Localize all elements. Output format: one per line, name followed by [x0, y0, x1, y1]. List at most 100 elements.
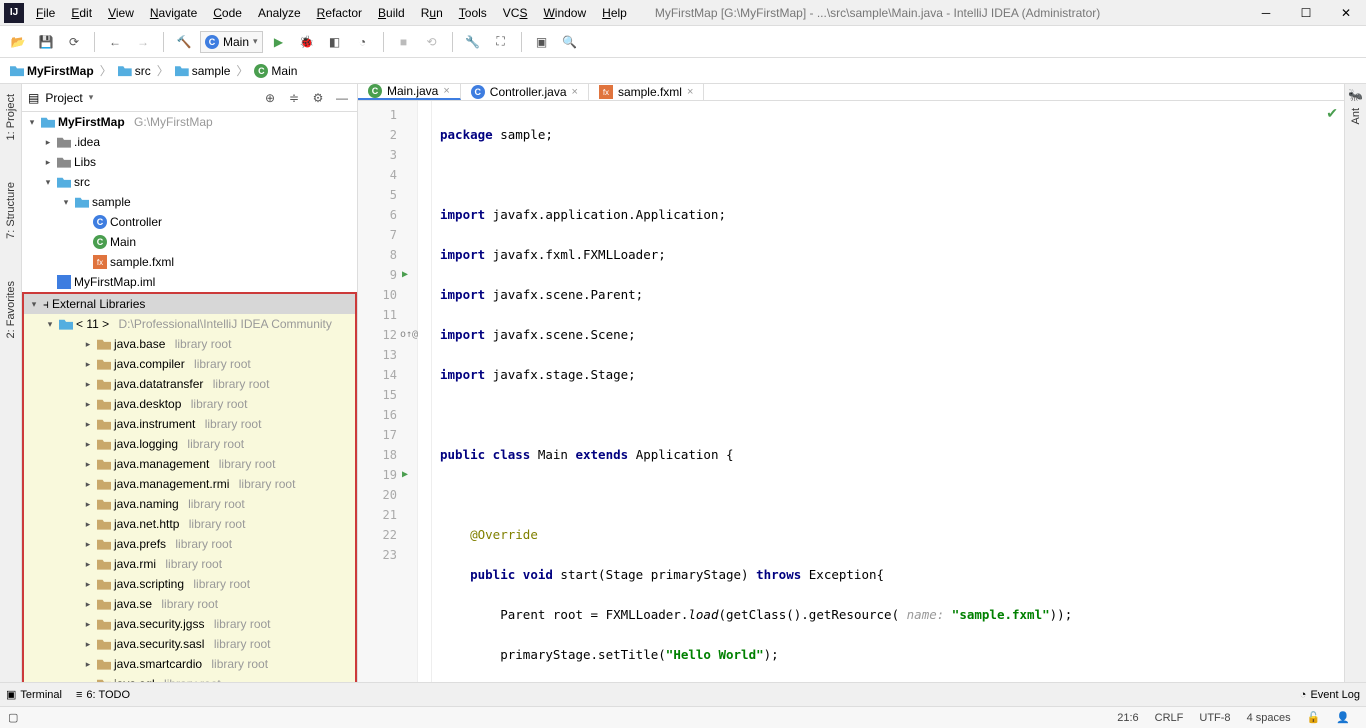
inspection-ok-icon[interactable]: ✔ — [1326, 105, 1338, 122]
tree-root[interactable]: ▾MyFirstMap G:\MyFirstMap — [22, 112, 357, 132]
menu-build[interactable]: Build — [370, 2, 413, 24]
tree-jdk[interactable]: ▾< 11 > D:\Professional\IntelliJ IDEA Co… — [24, 314, 355, 334]
stop-icon[interactable]: ■ — [392, 30, 416, 54]
tool-todo[interactable]: ≡ 6: TODO — [76, 689, 130, 701]
menu-view[interactable]: View — [100, 2, 142, 24]
back-icon[interactable]: ← — [103, 30, 127, 54]
menu-file[interactable]: FFileile — [28, 2, 63, 24]
tree-module[interactable]: ▸java.compiler library root — [24, 354, 355, 374]
tab-main[interactable]: CMain.java× — [358, 84, 461, 100]
tree-idea[interactable]: ▸.idea — [22, 132, 357, 152]
tree-module[interactable]: ▸java.prefs library root — [24, 534, 355, 554]
update-icon[interactable]: ⟲ — [420, 30, 444, 54]
run-gutter-icon[interactable]: ▶ — [402, 465, 408, 485]
tree-module[interactable]: ▸java.naming library root — [24, 494, 355, 514]
tool-favorites[interactable]: 2: Favorites — [5, 275, 17, 344]
tree-src[interactable]: ▾src — [22, 172, 357, 192]
tab-fxml[interactable]: fxsample.fxml× — [589, 84, 704, 100]
menu-code[interactable]: Code — [205, 2, 250, 24]
status-encoding[interactable]: UTF-8 — [1191, 712, 1238, 724]
tree-module[interactable]: ▸java.datatransfer library root — [24, 374, 355, 394]
refresh-icon[interactable]: ⟳ — [62, 30, 86, 54]
run-gutter-icon[interactable]: ▶ — [402, 265, 408, 285]
status-indent[interactable]: 4 spaces — [1239, 712, 1299, 724]
menu-help[interactable]: Help — [594, 2, 635, 24]
close-icon[interactable]: × — [443, 85, 449, 97]
menu-window[interactable]: Window — [535, 2, 594, 24]
bc-main[interactable]: CMain — [250, 64, 301, 78]
ant-icon[interactable]: 🐜 — [1348, 88, 1363, 102]
tree-external-libraries[interactable]: ▾⫞External Libraries — [24, 294, 355, 314]
coverage-icon[interactable]: ◧ — [323, 30, 347, 54]
tree-module[interactable]: ▸java.desktop library root — [24, 394, 355, 414]
menu-navigate[interactable]: Navigate — [142, 2, 205, 24]
tree-module[interactable]: ▸java.sql library root — [24, 674, 355, 682]
tree-module[interactable]: ▸java.security.jgss library root — [24, 614, 355, 634]
menu-refactor[interactable]: Refactor — [309, 2, 370, 24]
close-icon[interactable]: × — [572, 86, 578, 98]
status-toolwin-icon[interactable]: ▢ — [8, 711, 18, 724]
bc-src[interactable]: src — [114, 64, 155, 78]
close-button[interactable]: ✕ — [1326, 0, 1366, 26]
tree-module[interactable]: ▸java.base library root — [24, 334, 355, 354]
minimize-button[interactable]: ─ — [1246, 0, 1286, 26]
ide-settings-icon[interactable]: 🔧 — [461, 30, 485, 54]
tree-module[interactable]: ▸java.net.http library root — [24, 514, 355, 534]
menu-tools[interactable]: Tools — [451, 2, 495, 24]
tool-eventlog[interactable]: ◔ Event Log — [1300, 689, 1360, 701]
tree-libs[interactable]: ▸Libs — [22, 152, 357, 172]
tree-iml[interactable]: MyFirstMap.iml — [22, 272, 357, 292]
tree-module[interactable]: ▸java.smartcardio library root — [24, 654, 355, 674]
forward-icon[interactable]: → — [131, 30, 155, 54]
sdk-icon[interactable]: ▣ — [530, 30, 554, 54]
status-lock-icon[interactable]: 🔓 — [1299, 711, 1329, 724]
debug-icon[interactable]: 🐞 — [295, 30, 319, 54]
tree-module[interactable]: ▸java.rmi library root — [24, 554, 355, 574]
hide-icon[interactable]: — — [333, 89, 351, 107]
project-structure-icon[interactable]: ⛶ — [489, 30, 513, 54]
gear-icon[interactable]: ⚙ — [309, 89, 327, 107]
tree-module[interactable]: ▸java.instrument library root — [24, 414, 355, 434]
editor-body[interactable]: ✔ 12345678 9▶ 1011 12o↑@ 131415161718 19… — [358, 101, 1344, 682]
tree-module[interactable]: ▸java.logging library root — [24, 434, 355, 454]
status-position[interactable]: 21:6 — [1109, 712, 1146, 724]
tool-structure[interactable]: 7: Structure — [5, 176, 17, 245]
override-icon[interactable]: o↑@ — [400, 325, 418, 345]
save-icon[interactable]: 💾 — [34, 30, 58, 54]
tool-ant[interactable]: Ant — [1350, 102, 1362, 131]
tab-controller[interactable]: CController.java× — [461, 84, 589, 100]
profile-icon[interactable]: ◔ — [351, 30, 375, 54]
locate-icon[interactable]: ⊕ — [261, 89, 279, 107]
collapse-icon[interactable]: ≑ — [285, 89, 303, 107]
line-gutter[interactable]: 12345678 9▶ 1011 12o↑@ 131415161718 19▶ … — [358, 101, 418, 682]
tree-module[interactable]: ▸java.management library root — [24, 454, 355, 474]
project-panel-title[interactable]: Project — [45, 91, 82, 105]
build-icon[interactable]: 🔨 — [172, 30, 196, 54]
menu-edit[interactable]: Edit — [63, 2, 100, 24]
tool-terminal[interactable]: ▣ Terminal — [6, 688, 62, 701]
tree-controller[interactable]: CController — [22, 212, 357, 232]
status-eol[interactable]: CRLF — [1147, 712, 1192, 724]
fold-strip[interactable] — [418, 101, 432, 682]
open-icon[interactable]: 📂 — [6, 30, 30, 54]
project-tree[interactable]: ▾MyFirstMap G:\MyFirstMap ▸.idea ▸Libs ▾… — [22, 112, 357, 682]
code-area[interactable]: package sample; import javafx.applicatio… — [432, 101, 1344, 682]
tool-project[interactable]: 1: Project — [5, 88, 17, 146]
search-icon[interactable]: 🔍 — [558, 30, 582, 54]
chevron-down-icon[interactable]: ▾ — [89, 92, 94, 103]
tree-fxml[interactable]: fxsample.fxml — [22, 252, 357, 272]
bc-root[interactable]: MyFirstMap — [6, 64, 98, 78]
status-hector-icon[interactable]: 👤 — [1328, 711, 1358, 724]
menu-analyze[interactable]: Analyze — [250, 2, 309, 24]
tree-module[interactable]: ▸java.security.sasl library root — [24, 634, 355, 654]
tree-sample[interactable]: ▾sample — [22, 192, 357, 212]
run-icon[interactable]: ▶ — [267, 30, 291, 54]
menu-run[interactable]: Run — [413, 2, 451, 24]
tree-module[interactable]: ▸java.management.rmi library root — [24, 474, 355, 494]
tree-module[interactable]: ▸java.scripting library root — [24, 574, 355, 594]
close-icon[interactable]: × — [687, 86, 693, 98]
bc-sample[interactable]: sample — [171, 64, 235, 78]
menu-vcs[interactable]: VCS — [495, 2, 536, 24]
maximize-button[interactable]: ☐ — [1286, 0, 1326, 26]
run-config-selector[interactable]: C Main ▾ — [200, 31, 263, 53]
